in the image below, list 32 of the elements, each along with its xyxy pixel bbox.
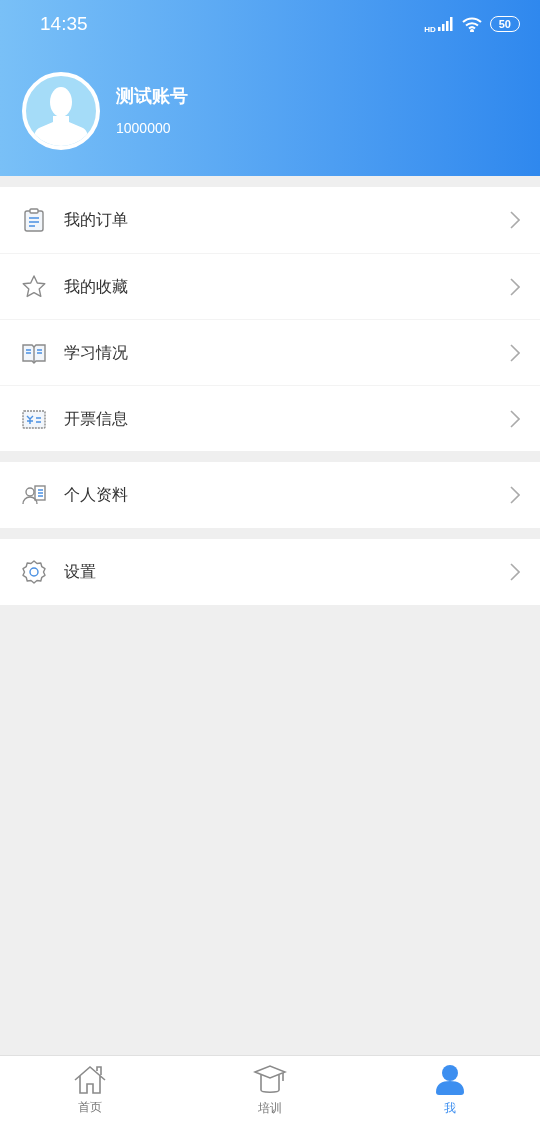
menu-item[interactable]: 开票信息 (0, 385, 540, 451)
menu-label: 个人资料 (64, 485, 129, 505)
graduation-cap-icon (253, 1063, 287, 1096)
status-time: 14:35 (40, 11, 88, 36)
nav-tab[interactable]: 首页 (0, 1056, 180, 1124)
chevron-right-icon (510, 277, 520, 296)
person-icon (435, 1063, 465, 1096)
menu-label: 我的收藏 (64, 276, 129, 297)
signal-icon (437, 17, 454, 31)
menu-item[interactable]: 个人资料 (0, 462, 540, 528)
menu-label: 开票信息 (64, 408, 129, 429)
nav-tab[interactable]: 培训 (180, 1056, 360, 1124)
user-name: 测试账号 (116, 85, 188, 108)
menu-item[interactable]: 我的收藏 (0, 253, 540, 319)
menu-item[interactable]: 我的订单 (0, 187, 540, 253)
menu-label: 设置 (64, 562, 97, 582)
menu-item[interactable]: 学习情况 (0, 319, 540, 385)
account-number: 1000000 (116, 119, 172, 138)
menu-label: 学习情况 (64, 342, 129, 363)
chevron-right-icon (510, 563, 520, 581)
home-icon (73, 1064, 107, 1095)
chevron-right-icon (510, 343, 520, 362)
chevron-right-icon (510, 409, 520, 428)
clipboard-icon (21, 207, 47, 233)
settings-icon (21, 559, 47, 585)
wifi-icon (461, 16, 482, 32)
star-icon (21, 273, 47, 300)
chevron-right-icon (510, 211, 520, 229)
chevron-right-icon (510, 486, 520, 504)
menu-label: 我的订单 (64, 210, 129, 230)
network-label: HD (424, 26, 436, 34)
menu-item[interactable]: 设置 (0, 539, 540, 605)
